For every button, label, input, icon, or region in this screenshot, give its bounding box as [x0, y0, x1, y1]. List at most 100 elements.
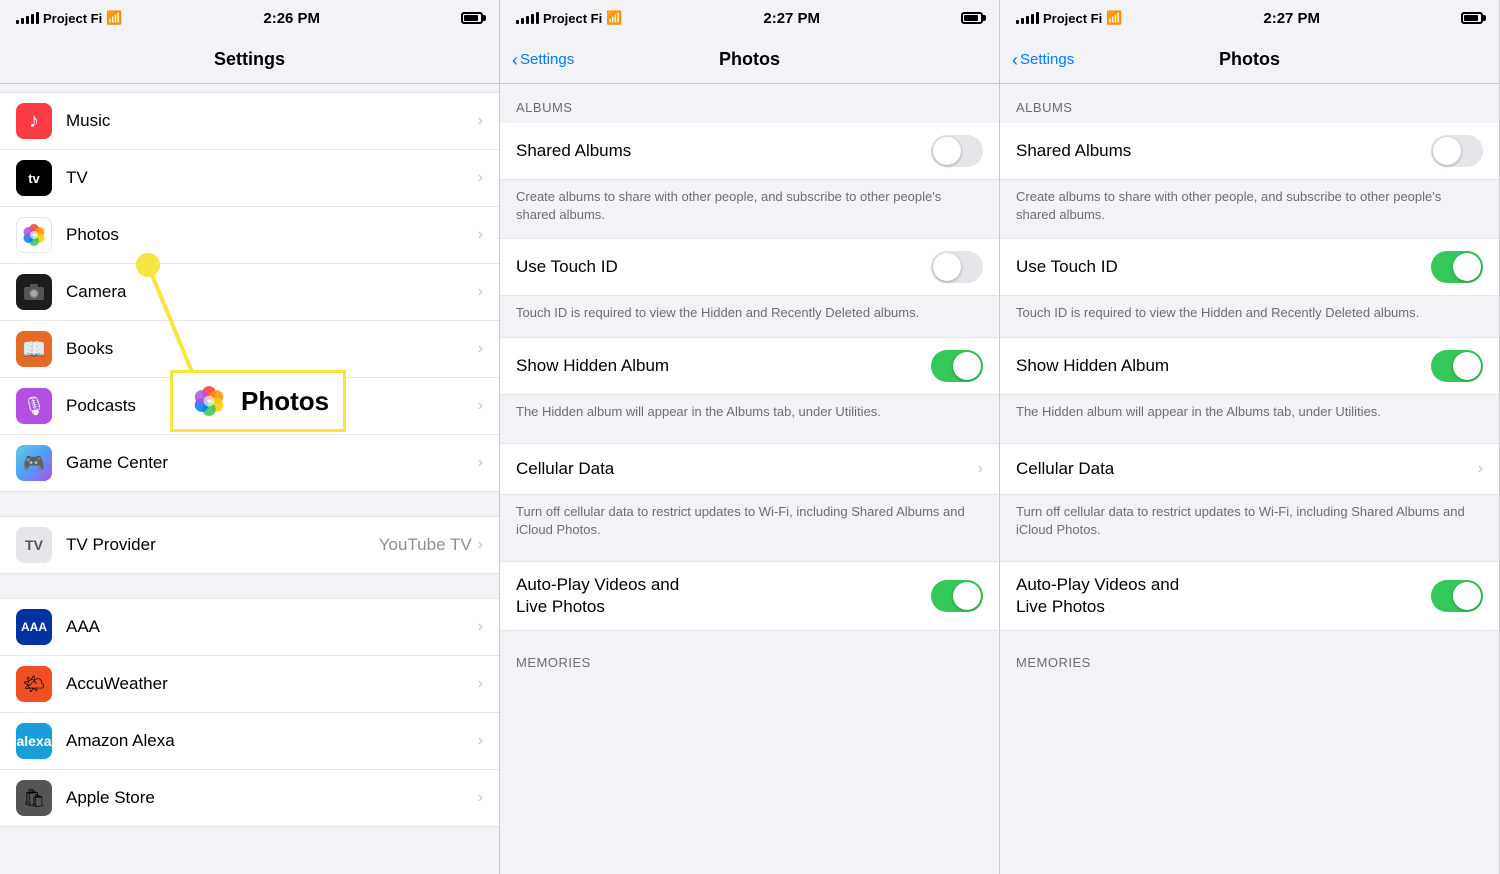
camera-svg [23, 283, 45, 301]
autoplay-toggle-2[interactable] [1431, 580, 1483, 612]
shared-albums-row-1[interactable]: Shared Albums [500, 123, 999, 180]
nav-title-1: Settings [214, 49, 285, 70]
show-hidden-row-1[interactable]: Show Hidden Album [500, 337, 999, 395]
annotation-photos-text: Photos [241, 386, 329, 417]
chevron-amazon: › [478, 732, 483, 750]
nav-back-2[interactable]: ‹ Settings [512, 51, 574, 69]
settings-item-photos[interactable]: Photos › [0, 207, 499, 264]
show-hidden-desc-1: The Hidden album will appear in the Albu… [500, 395, 999, 435]
use-touchid-row-1[interactable]: Use Touch ID [500, 238, 999, 296]
chevron-podcasts: › [478, 397, 483, 415]
bar1 [1016, 20, 1019, 24]
cellular-data-row-2[interactable]: Cellular Data › [1000, 443, 1499, 495]
chevron-cellular-1: › [978, 460, 983, 478]
carrier-name-2: Project Fi [543, 11, 602, 26]
back-chevron-3: ‹ [1012, 51, 1018, 69]
amazon-icon: alexa [16, 723, 52, 759]
tvprovider-label: TV Provider [66, 535, 379, 555]
use-touchid-toggle-2[interactable] [1431, 251, 1483, 283]
gamecenter-icon: 🎮 [16, 445, 52, 481]
bar2 [21, 18, 24, 24]
autoplay-row-1[interactable]: Auto-Play Videos andLive Photos [500, 561, 999, 631]
use-touchid-label-2: Use Touch ID [1016, 257, 1431, 277]
nav-back-label-2: Settings [520, 51, 574, 68]
settings-item-music[interactable]: ♪ Music › [0, 92, 499, 150]
tv-provider-section: TV TV Provider YouTube TV › [0, 516, 499, 574]
status-icons-1 [461, 12, 483, 24]
cellular-data-row-1[interactable]: Cellular Data › [500, 443, 999, 495]
show-hidden-row-2[interactable]: Show Hidden Album [1000, 337, 1499, 395]
use-touchid-label-1: Use Touch ID [516, 257, 931, 277]
camera-label: Camera [66, 282, 478, 302]
accuweather-label: AccuWeather [66, 674, 478, 694]
shared-albums-toggle-2[interactable] [1431, 135, 1483, 167]
music-label: Music [66, 111, 478, 131]
show-hidden-toggle-1[interactable] [931, 350, 983, 382]
bar1 [516, 20, 519, 24]
signal-icon-3 [1016, 12, 1039, 24]
photos-icon [16, 217, 52, 253]
settings-item-amazon[interactable]: alexa Amazon Alexa › [0, 713, 499, 770]
chevron-accuweather: › [478, 675, 483, 693]
annotation-photos-icon [187, 379, 231, 423]
show-hidden-label-2: Show Hidden Album [1016, 356, 1431, 376]
settings-item-accuweather[interactable]: 🌤 AccuWeather › [0, 656, 499, 713]
settings-item-tvprovider[interactable]: TV TV Provider YouTube TV › [0, 516, 499, 574]
chevron-aaa: › [478, 618, 483, 636]
main-settings-section: ♪ Music › tv TV › [0, 92, 499, 492]
show-hidden-toggle-2[interactable] [1431, 350, 1483, 382]
nav-title-2: Photos [719, 49, 780, 70]
settings-item-appstore[interactable]: 🛍 Apple Store › [0, 770, 499, 827]
appstore-label: Apple Store [66, 788, 478, 808]
photos-label: Photos [66, 225, 478, 245]
show-hidden-knob-2 [1453, 352, 1481, 380]
chevron-appstore: › [478, 789, 483, 807]
battery-fill-3 [1464, 15, 1478, 21]
apps-section: AAA AAA › 🌤 AccuWeather › alexa Amazon A… [0, 598, 499, 827]
shared-albums-row-2[interactable]: Shared Albums [1000, 123, 1499, 180]
tvprovider-icon: TV [16, 527, 52, 563]
battery-icon-1 [461, 12, 483, 24]
bar3 [1026, 16, 1029, 24]
wifi-icon-2: 📶 [606, 10, 622, 26]
autoplay-knob-2 [1453, 582, 1481, 610]
shared-albums-label-2: Shared Albums [1016, 141, 1431, 161]
wifi-icon-1: 📶 [106, 10, 122, 26]
nav-back-3[interactable]: ‹ Settings [1012, 51, 1074, 69]
shared-albums-knob-2 [1433, 137, 1461, 165]
shared-albums-desc-2: Create albums to share with other people… [1000, 180, 1499, 238]
battery-icon-2 [961, 12, 983, 24]
bar5 [536, 12, 539, 24]
shared-albums-toggle-1[interactable] [931, 135, 983, 167]
photos-content-2: ALBUMS Shared Albums Create albums to sh… [1000, 84, 1499, 874]
autoplay-row-2[interactable]: Auto-Play Videos andLive Photos [1000, 561, 1499, 631]
use-touchid-desc-2: Touch ID is required to view the Hidden … [1000, 296, 1499, 336]
use-touchid-toggle-1[interactable] [931, 251, 983, 283]
use-touchid-row-2[interactable]: Use Touch ID [1000, 238, 1499, 296]
shared-albums-desc-1: Create albums to share with other people… [500, 180, 999, 238]
chevron-music: › [478, 112, 483, 130]
nav-title-3: Photos [1219, 49, 1280, 70]
appstore-icon: 🛍 [16, 780, 52, 816]
annotation-photos-box: Photos [170, 370, 346, 432]
bar4 [531, 14, 534, 24]
chevron-gamecenter: › [478, 454, 483, 472]
autoplay-toggle-1[interactable] [931, 580, 983, 612]
settings-item-camera[interactable]: Camera › [0, 264, 499, 321]
back-chevron-2: ‹ [512, 51, 518, 69]
bar3 [526, 16, 529, 24]
settings-item-aaa[interactable]: AAA AAA › [0, 598, 499, 656]
settings-list: ♪ Music › tv TV › [0, 84, 499, 874]
aaa-icon: AAA [16, 609, 52, 645]
settings-item-gamecenter[interactable]: 🎮 Game Center › [0, 435, 499, 492]
status-bar-2: Project Fi 📶 2:27 PM [500, 0, 999, 36]
memories-section-header-1: MEMORIES [500, 639, 999, 678]
bar3 [26, 16, 29, 24]
carrier-name-3: Project Fi [1043, 11, 1102, 26]
bar5 [36, 12, 39, 24]
chevron-photos: › [478, 226, 483, 244]
settings-item-tv[interactable]: tv TV › [0, 150, 499, 207]
photos-content-1: ALBUMS Shared Albums Create albums to sh… [500, 84, 999, 874]
wifi-icon-3: 📶 [1106, 10, 1122, 26]
panel-photos-1: Project Fi 📶 2:27 PM ‹ Settings Photos A… [500, 0, 1000, 874]
